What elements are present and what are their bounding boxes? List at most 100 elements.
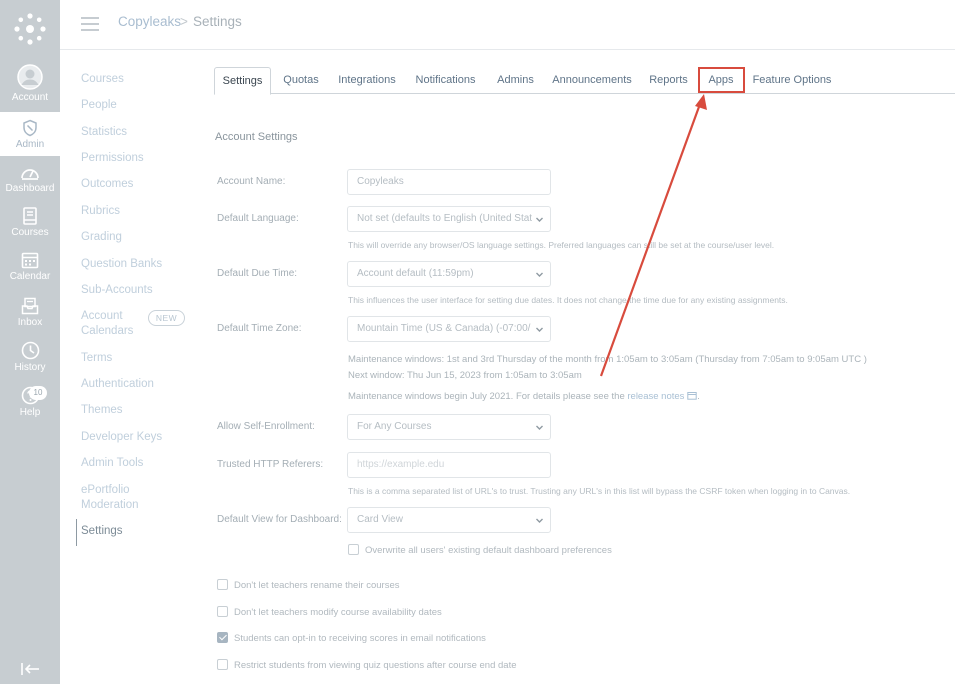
nav-courses-label: Courses [11,227,49,238]
default-due-time-select[interactable]: Account default (11:59pm) [347,261,551,287]
tab-settings[interactable]: Settings [214,67,271,95]
nav-history-label: History [14,362,46,373]
rename-courses-label: Don't let teachers rename their courses [234,580,400,591]
menu-item-courses[interactable]: Courses [81,72,124,87]
tab-notifications[interactable]: Notifications [411,67,480,94]
menu-item-outcomes[interactable]: Outcomes [81,177,133,192]
avatar-icon [17,64,43,90]
maintenance-begin-label: Maintenance windows begin July 2021. For… [348,391,625,402]
nav-inbox-label: Inbox [17,317,43,328]
default-time-zone-select[interactable]: Mountain Time (US & Canada) (-07:00/ [347,316,551,342]
menu-item-statistics[interactable]: Statistics [81,125,127,140]
self-enrollment-select[interactable]: For Any Courses [347,414,551,440]
menu-item-calendars-label: Calendars [81,325,134,337]
checkbox-row-quiz-restrict[interactable]: Restrict students from viewing quiz ques… [217,659,517,671]
courses-icon [22,207,38,225]
logo[interactable] [0,12,60,46]
next-window-text: Next window: Thu Jun 15, 2023 from 1:05a… [348,370,582,381]
nav-account[interactable]: Account [0,64,60,110]
section-title-account-settings: Account Settings [215,131,298,143]
default-due-time-help: This influences the user interface for s… [348,295,788,305]
nav-calendar[interactable]: Calendar [0,251,60,282]
menu-item-terms[interactable]: Terms [81,351,112,366]
quiz-restrict-label: Restrict students from viewing quiz ques… [234,660,517,671]
nav-help[interactable]: Help 10 [0,386,60,418]
external-link-icon [687,392,697,400]
menu-item-grading[interactable]: Grading [81,230,122,245]
trusted-referers-help: This is a comma separated list of URL's … [348,486,851,496]
tab-reports[interactable]: Reports [645,67,692,94]
menu-item-developer-keys[interactable]: Developer Keys [81,430,162,445]
shield-icon [21,119,39,137]
default-due-time-value: Account default (11:59pm) [357,268,474,279]
menu-item-eportfolio-label: ePortfolio [81,484,130,496]
tab-quotas[interactable]: Quotas [277,67,325,94]
default-language-value: Not set (defaults to English (United Sta… [357,213,532,224]
hamburger-menu-button[interactable] [81,17,99,31]
menu-item-people[interactable]: People [81,98,117,113]
default-due-time-label: Default Due Time: [217,268,298,279]
menu-item-sub-accounts[interactable]: Sub-Accounts [81,283,153,298]
email-scores-checkbox[interactable] [217,632,228,643]
overwrite-dashboard-checkbox[interactable] [348,544,359,555]
tab-admins[interactable]: Admins [493,67,538,94]
email-scores-label: Students can opt-in to receiving scores … [234,633,486,644]
dashboard-view-select[interactable]: Card View [347,507,551,533]
menu-item-rubrics[interactable]: Rubrics [81,204,120,219]
nav-courses[interactable]: Courses [0,207,60,238]
inbox-icon [21,297,39,315]
nav-inbox[interactable]: Inbox [0,297,60,328]
quiz-restrict-checkbox[interactable] [217,659,228,670]
nav-account-label: Account [11,92,49,103]
menu-item-settings[interactable]: Settings [81,524,123,539]
checkbox-row-email-scores[interactable]: Students can opt-in to receiving scores … [217,632,486,644]
release-notes-link[interactable]: release notes [627,391,684,402]
menu-item-themes[interactable]: Themes [81,403,123,418]
chevron-down-icon [536,217,543,222]
canvas-logo-icon [14,13,46,45]
maintenance-windows-text: Maintenance windows: 1st and 3rd Thursda… [348,354,867,365]
nav-dashboard[interactable]: Dashboard [0,164,60,194]
global-nav: Account Admin Dashboard Courses Calendar… [0,0,60,684]
active-menu-indicator [76,519,77,546]
trusted-referers-input[interactable]: https://example.edu [347,452,551,478]
nav-admin[interactable]: Admin [0,112,60,156]
checkbox-row-rename[interactable]: Don't let teachers rename their courses [217,579,400,591]
checkbox-row-availability[interactable]: Don't let teachers modify course availab… [217,606,442,618]
rename-courses-checkbox[interactable] [217,579,228,590]
menu-item-eportfolio-moderation[interactable]: ePortfolio Moderation [81,483,139,513]
menu-item-permissions[interactable]: Permissions [81,151,144,166]
account-name-input[interactable]: Copyleaks [347,169,551,195]
collapse-nav-button[interactable] [0,662,60,676]
chevron-down-icon [536,327,543,332]
annotation-arrow [599,94,707,377]
calendar-icon [21,251,39,269]
collapse-nav-icon [21,663,39,675]
menu-item-account-calendars[interactable]: Account Calendars [81,309,133,339]
availability-dates-checkbox[interactable] [217,606,228,617]
dashboard-view-label: Default View for Dashboard: [217,514,342,525]
tab-feature-options[interactable]: Feature Options [751,67,833,94]
dashboard-icon [20,164,40,181]
menu-item-question-banks[interactable]: Question Banks [81,257,162,272]
breadcrumb-account-link[interactable]: Copyleaks [118,14,181,29]
default-language-label: Default Language: [217,213,299,224]
self-enrollment-value: For Any Courses [357,421,432,432]
tab-integrations[interactable]: Integrations [335,67,399,94]
menu-item-admin-tools[interactable]: Admin Tools [81,456,143,471]
overwrite-dashboard-row[interactable]: Overwrite all users' existing default da… [348,544,612,556]
menu-item-authentication[interactable]: Authentication [81,377,154,392]
history-icon [21,341,40,360]
default-time-zone-value: Mountain Time (US & Canada) (-07:00/ [357,323,531,334]
nav-history[interactable]: History [0,341,60,373]
tab-announcements[interactable]: Announcements [550,67,634,94]
chevron-down-icon [536,518,543,523]
help-badge: 10 [29,386,47,400]
apps-tab-highlight [698,67,745,93]
menu-item-moderation-label: Moderation [81,499,139,511]
nav-help-label: Help [19,407,41,418]
new-badge: NEW [148,310,185,326]
default-language-select[interactable]: Not set (defaults to English (United Sta… [347,206,551,232]
trusted-referers-label: Trusted HTTP Referers: [217,459,324,470]
account-name-label: Account Name: [217,176,286,187]
